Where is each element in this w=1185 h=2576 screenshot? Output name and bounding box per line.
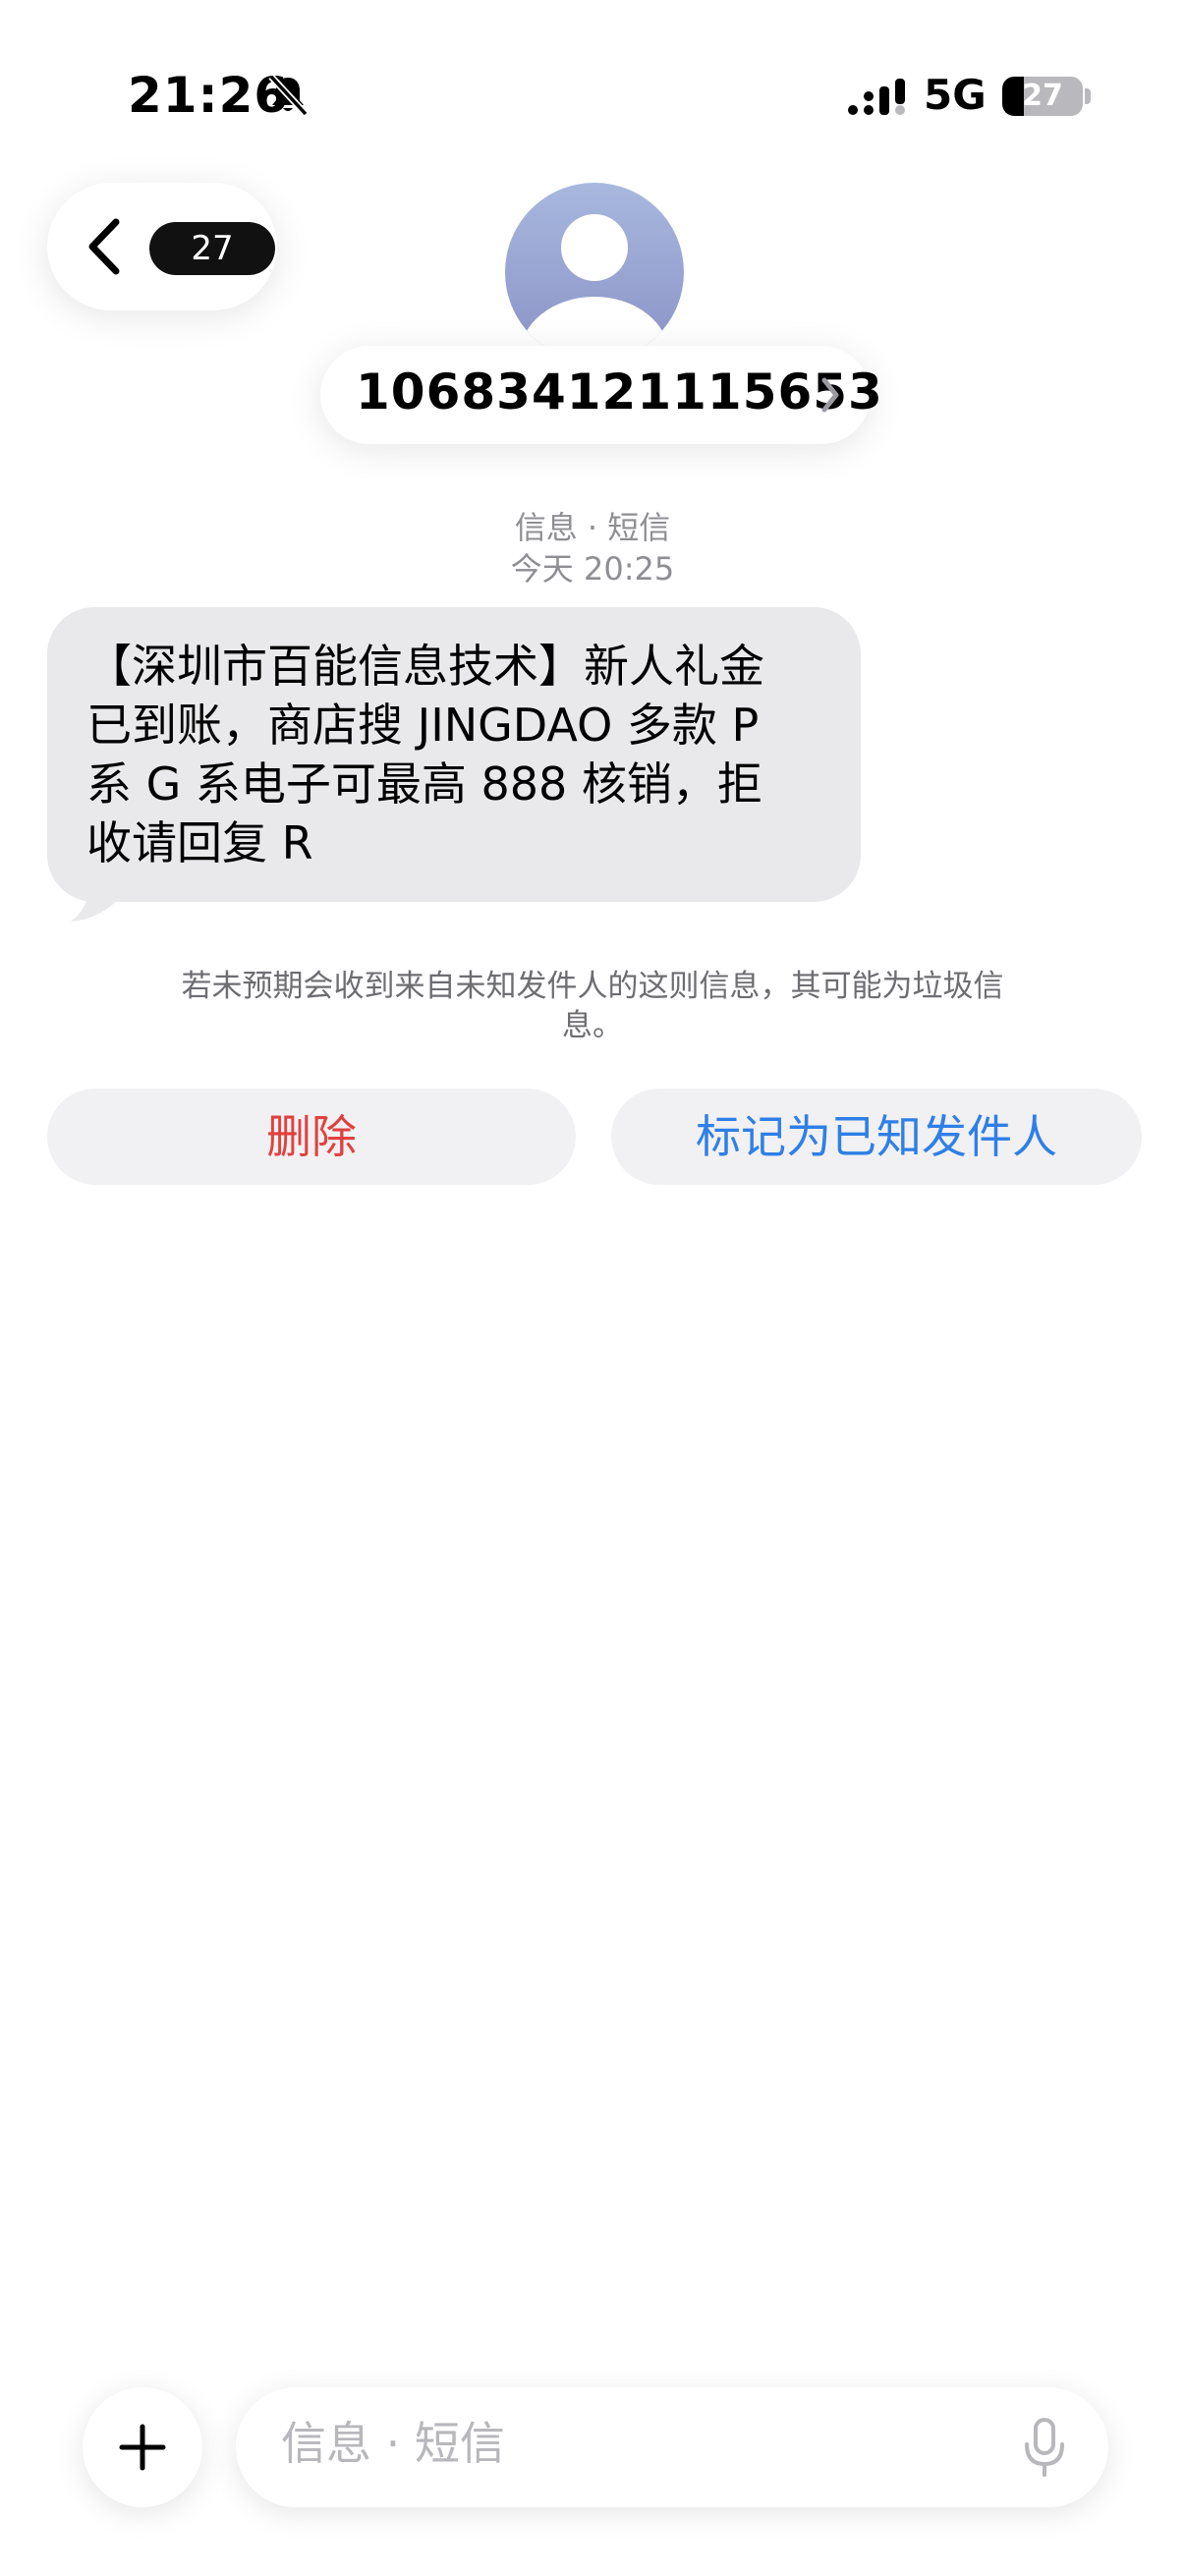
sender-number: 106834121115653: [356, 364, 883, 420]
message-bubble[interactable]: 【深圳市百能信息技术】新人礼金 已到账，商店搜 JINGDAO 多款 P 系 G…: [47, 607, 861, 902]
contact-avatar[interactable]: [505, 183, 684, 362]
person-icon: [520, 214, 669, 362]
message-timestamp: 今天 20:25: [510, 550, 675, 588]
battery-level: 27: [1022, 79, 1063, 113]
battery-indicator: 27: [1002, 77, 1083, 116]
sender-info-button[interactable]: 106834121115653: [320, 346, 882, 444]
unknown-sender-warning: 若未预期会收到来自未知发件人的这则信息，其可能为垃圾信息。: [181, 969, 1004, 1043]
chevron-left-icon: [88, 218, 120, 275]
delete-button[interactable]: 删除: [47, 1089, 576, 1185]
message-text: 【深圳市百能信息技术】新人礼金 已到账，商店搜 JINGDAO 多款 P 系 G…: [86, 640, 764, 869]
chevron-right-icon: [821, 377, 839, 413]
message-input-field[interactable]: [236, 2387, 1108, 2507]
message-service: 信息 · 短信: [514, 509, 671, 546]
bell-slash-icon: [268, 74, 309, 117]
battery-nub: [1085, 88, 1091, 104]
cellular-signal-icon: [848, 79, 905, 115]
mark-known-sender-button[interactable]: 标记为已知发件人: [611, 1089, 1142, 1185]
unread-count-badge: 27: [149, 222, 275, 275]
add-attachment-button[interactable]: [83, 2387, 202, 2507]
plus-icon: [119, 2424, 166, 2471]
back-button[interactable]: 27: [47, 183, 277, 310]
microphone-icon[interactable]: [1018, 2417, 1071, 2478]
network-type: 5G: [924, 71, 987, 119]
message-input[interactable]: [281, 2417, 969, 2470]
